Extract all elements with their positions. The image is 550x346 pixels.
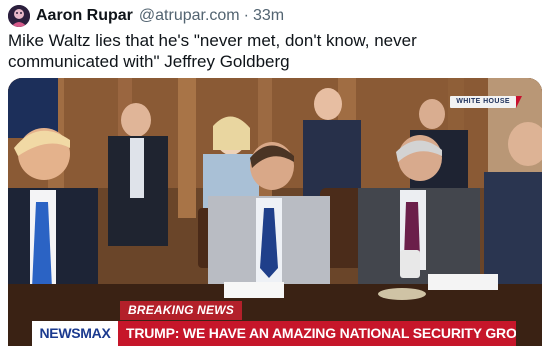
post-timestamp[interactable]: 33m: [253, 7, 284, 25]
post-header: Aaron Rupar @atrupar.com · 33m: [8, 4, 284, 28]
chyron-headline: TRUMP: WE HAVE AN AMAZING NATIONAL SECUR…: [118, 321, 516, 346]
white-house-watermark: WHITE HOUSE: [450, 96, 522, 108]
video-media[interactable]: WHITE HOUSE BREAKING NEWS NEWSMAX TRUMP:…: [8, 78, 542, 346]
post-text: Mike Waltz lies that he's "never met, do…: [8, 31, 417, 71]
separator-dot: ·: [243, 7, 249, 24]
breaking-news-banner: BREAKING NEWS: [120, 301, 242, 320]
video-frame: [8, 78, 542, 346]
avatar-image: [8, 5, 30, 27]
news-chyron: NEWSMAX TRUMP: WE HAVE AN AMAZING NATION…: [32, 321, 516, 346]
author-name[interactable]: Aaron Rupar: [36, 7, 133, 25]
author-handle[interactable]: @atrupar.com: [139, 7, 240, 25]
newsmax-logo: NEWSMAX: [32, 321, 118, 346]
avatar[interactable]: [8, 5, 30, 27]
